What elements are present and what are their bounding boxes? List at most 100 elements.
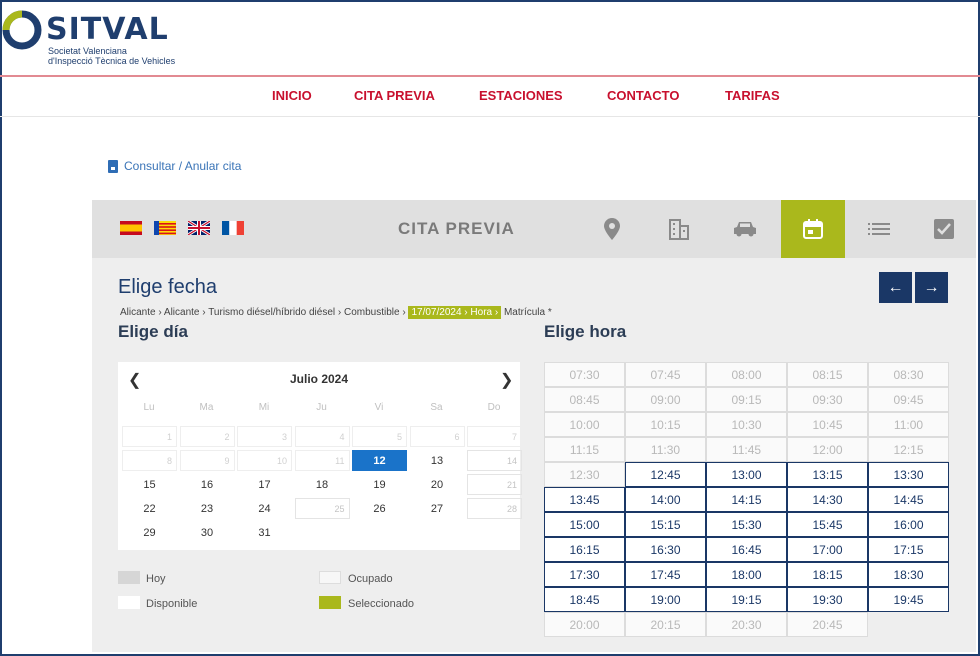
weekday-label: Vi [374,402,384,413]
calendar-day: 25 [294,498,350,519]
time-slot: 12:15 [868,437,949,462]
brand-subtitle: Societat Valenciana d'Inspecció Tècnica … [48,46,175,66]
legend-seleccionado-label: Seleccionado [348,598,415,610]
weekday-label: Ma [199,402,214,413]
selected-day[interactable]: 12 [352,450,407,471]
step-confirm[interactable] [912,200,976,258]
time-slot[interactable]: 13:15 [787,462,868,487]
location-pin-icon [604,218,620,240]
calendar-day[interactable]: 17 [237,474,292,495]
time-slot[interactable]: 14:00 [625,487,706,512]
time-slot[interactable]: 17:15 [868,537,949,562]
arrow-right-icon: → [923,278,940,296]
time-slot[interactable]: 13:00 [706,462,787,487]
nav-contacto[interactable]: CONTACTO [607,88,679,103]
time-slot: 08:15 [787,362,868,387]
brand-subtitle-line1: Societat Valenciana [48,46,127,56]
time-slot[interactable]: 14:15 [706,487,787,512]
calendar-day: 5 [352,426,407,447]
time-slot[interactable]: 17:00 [787,537,868,562]
step-vehicle[interactable] [713,200,777,258]
calendar-day[interactable]: 18 [295,474,350,495]
time-slot[interactable]: 16:30 [625,537,706,562]
time-slot: 09:00 [625,387,706,412]
calendar-day: 3 [237,426,292,447]
time-slot[interactable]: 15:00 [544,512,625,537]
time-slot: 10:15 [625,412,706,437]
time-slot[interactable]: 12:45 [625,462,706,487]
time-slot[interactable]: 15:30 [706,512,787,537]
time-slot[interactable]: 19:30 [787,587,868,612]
time-slot: 11:00 [868,412,949,437]
site-logo[interactable]: SITVAL Societat Valenciana d'Inspecció T… [2,8,262,70]
nav-inicio[interactable]: INICIO [272,88,312,103]
step-date[interactable] [781,200,845,258]
time-slot: 07:45 [625,362,706,387]
time-slot: 20:45 [787,612,868,637]
time-slot[interactable]: 18:45 [544,587,625,612]
time-slot[interactable]: 14:45 [868,487,949,512]
time-slot[interactable]: 18:30 [868,562,949,587]
time-slot: 10:45 [787,412,868,437]
calendar-icon [803,219,823,239]
calendar-day[interactable]: 23 [180,498,235,519]
calendar-day[interactable]: 15 [122,474,177,495]
weekday-label: Lu [143,402,155,413]
consult-cancel-link[interactable]: Consultar / Anular cita [108,159,241,173]
time-slot[interactable]: 14:30 [787,487,868,512]
time-slot[interactable]: 17:45 [625,562,706,587]
time-heading: Elige hora [544,322,627,341]
nav-estaciones[interactable]: ESTACIONES [479,88,563,103]
calendar-day[interactable]: 26 [352,498,407,519]
step-station[interactable] [647,200,711,258]
time-slot[interactable]: 16:15 [544,537,625,562]
va-flag-icon[interactable] [154,221,176,235]
fr-flag-icon[interactable] [222,221,244,235]
es-flag-icon[interactable] [120,221,142,235]
time-slot[interactable]: 19:45 [868,587,949,612]
page-heading: Elige fecha [118,276,217,298]
time-slot[interactable]: 17:30 [544,562,625,587]
calendar-day[interactable]: 29 [122,522,177,543]
next-step-button[interactable]: → [915,272,948,303]
legend-hoy-label: Hoy [146,573,166,585]
time-slot: 20:00 [544,612,625,637]
time-slot: 08:00 [706,362,787,387]
main-nav: INICIO CITA PREVIA ESTACIONES CONTACTO T… [0,88,980,108]
time-slot[interactable]: 13:45 [544,487,625,512]
calendar-day[interactable]: 31 [237,522,292,543]
weekday-label: Sa [430,402,443,413]
time-slot[interactable]: 18:00 [706,562,787,587]
time-slot: 09:45 [868,387,949,412]
time-slot[interactable]: 16:45 [706,537,787,562]
calendar-day: 28 [467,498,522,519]
time-slot[interactable]: 13:30 [868,462,949,487]
calendar-day: 4 [294,426,350,447]
calendar-day[interactable]: 19 [352,474,407,495]
time-slot[interactable]: 16:00 [868,512,949,537]
step-location[interactable] [580,200,644,258]
time-slot[interactable]: 15:15 [625,512,706,537]
calendar-day[interactable]: 20 [410,474,465,495]
time-slot[interactable]: 15:45 [787,512,868,537]
header-divider [0,75,980,77]
time-slot: 11:15 [544,437,625,462]
nav-cita-previa[interactable]: CITA PREVIA [354,88,435,103]
uk-flag-icon[interactable] [188,221,210,235]
building-icon [669,219,689,240]
time-slot[interactable]: 19:00 [625,587,706,612]
calendar-day[interactable]: 24 [237,498,292,519]
nav-tarifas[interactable]: TARIFAS [725,88,780,103]
prev-step-button[interactable]: ← [879,272,912,303]
breadcrumb-next: Matrícula * [501,307,552,318]
next-month-button[interactable]: ❯ [500,370,513,390]
time-slot[interactable]: 18:15 [787,562,868,587]
time-slot[interactable]: 19:15 [706,587,787,612]
step-summary[interactable] [847,200,911,258]
calendar-day[interactable]: 27 [410,498,465,519]
time-slot: 08:45 [544,387,625,412]
time-slot: 09:30 [787,387,868,412]
calendar-day[interactable]: 30 [180,522,235,543]
calendar-day[interactable]: 22 [122,498,177,519]
calendar-day[interactable]: 16 [180,474,235,495]
